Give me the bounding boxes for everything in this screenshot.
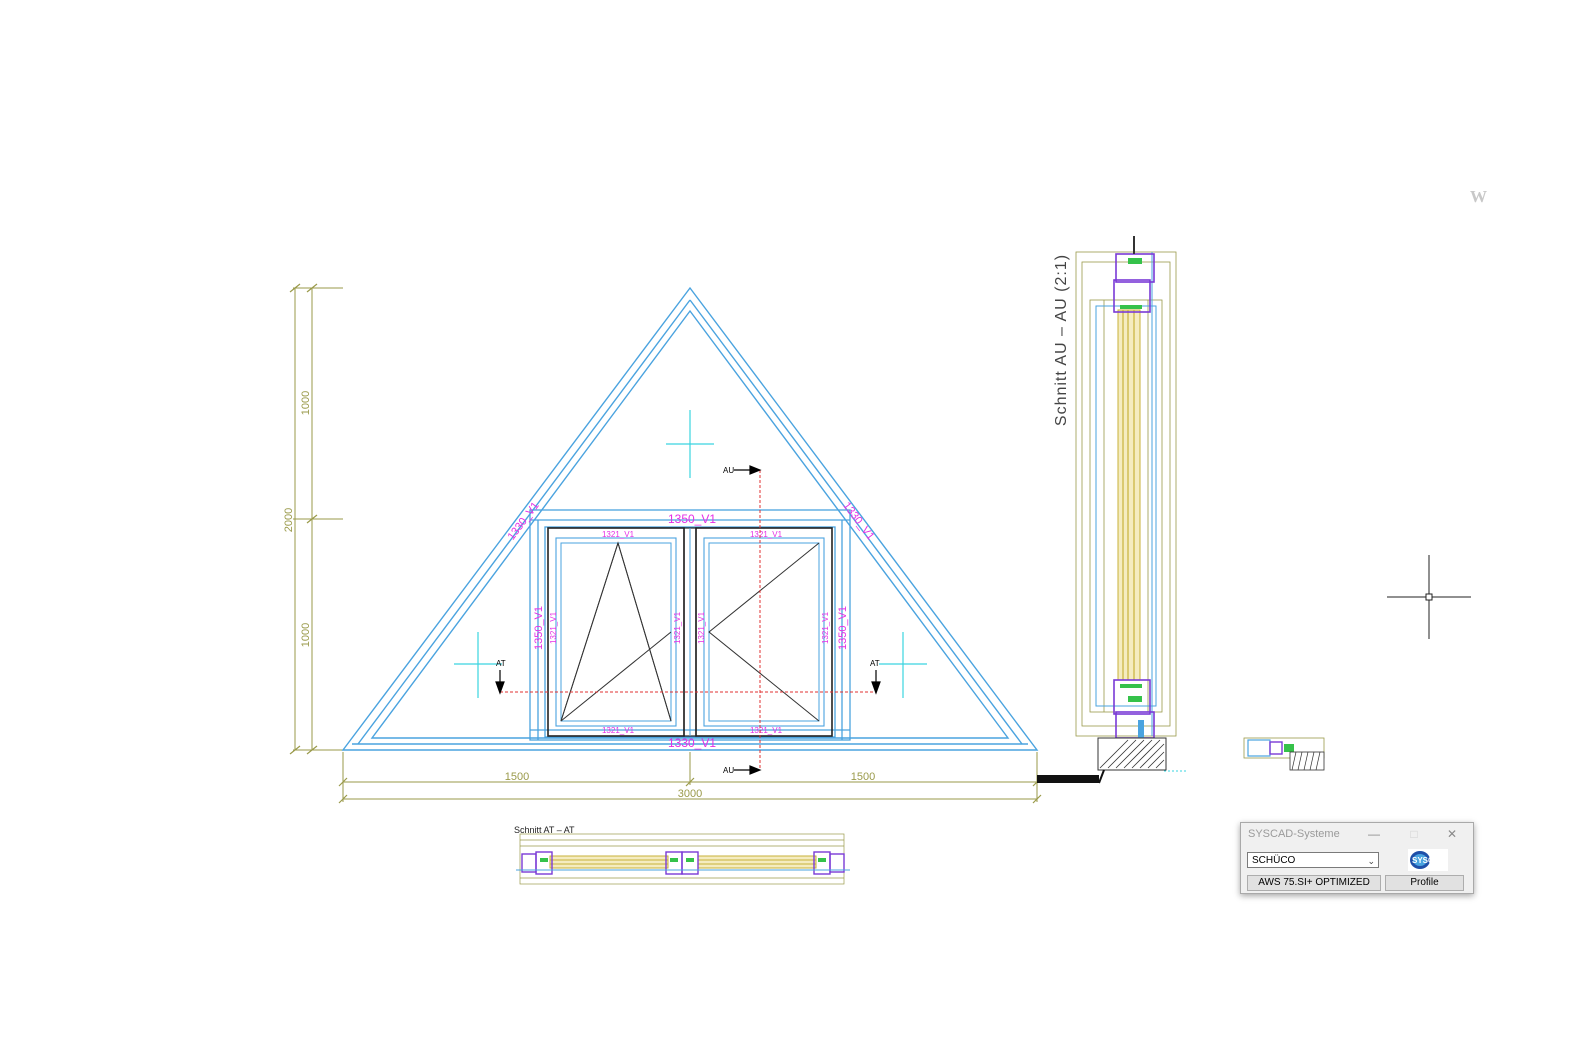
section-at-title: Schnitt AT – AT	[514, 825, 575, 835]
close-icon[interactable]: ✕	[1441, 825, 1463, 843]
sash-label-right-top: 1321_V1	[750, 530, 783, 539]
sash-label-right-inner: 1321_V1	[697, 611, 706, 644]
sash-label-right-bottom: 1321_V1	[750, 726, 783, 735]
detail-section-small[interactable]	[1243, 737, 1325, 771]
sash-label-left-bottom: 1321_V1	[602, 726, 635, 735]
system-button[interactable]: AWS 75.SI+ OPTIMIZED	[1247, 875, 1381, 891]
manufacturer-select[interactable]: SCHÜCO ⌄	[1247, 852, 1379, 868]
syscad-dialog[interactable]: SYSCAD-Systeme — □ ✕ SCHÜCO ⌄ SYSCAD AWS…	[1240, 822, 1474, 894]
manufacturer-select-value: SCHÜCO	[1252, 855, 1296, 866]
dim-label-right-width: 1500	[851, 771, 875, 783]
section-mark-au-top: AU	[723, 466, 734, 475]
dialog-title: SYSCAD-Systeme	[1248, 828, 1340, 840]
chevron-down-icon: ⌄	[1367, 856, 1375, 866]
section-at-drawing[interactable]	[516, 833, 850, 885]
section-mark-at-right: AT	[870, 659, 880, 668]
dim-label-total-height: 2000	[283, 508, 295, 532]
section-mark-au-bottom: AU	[723, 766, 734, 775]
dimension-lines	[293, 287, 1038, 802]
profile-label-left-side: 1330_V1	[506, 500, 542, 542]
sash-label-left-inner: 1321_V1	[673, 611, 682, 644]
minimize-icon[interactable]: —	[1363, 825, 1385, 843]
crosshair-cursor-icon	[1387, 555, 1471, 639]
dim-label-total-width: 3000	[678, 788, 702, 800]
dim-label-lower: 1000	[300, 623, 312, 647]
sash-label-left-outer: 1321_V1	[549, 611, 558, 644]
profile-label-bottom: 1330_V1	[668, 736, 716, 750]
left-sash[interactable]	[547, 527, 685, 737]
sash-label-left-top: 1321_V1	[602, 530, 635, 539]
sash-label-right-outer: 1321_V1	[821, 611, 830, 644]
section-mark-at-left: AT	[496, 659, 506, 668]
syscad-logo-text: SYSCAD	[1412, 856, 1446, 865]
profile-label-top-transom: 1350_V1	[668, 512, 716, 526]
right-sash[interactable]	[695, 527, 833, 737]
syscad-logo: SYSCAD	[1408, 849, 1448, 871]
left-sash-diagonal	[560, 542, 672, 722]
cad-drawing-canvas[interactable]: 2000 1000 1000 1500 1500 3000 1350_V1 13…	[0, 0, 1586, 1058]
profile-label-right-mullion: 1350_V1	[837, 606, 849, 650]
dim-label-upper: 1000	[300, 391, 312, 415]
section-au-title: Schnitt AU – AU (2:1)	[1053, 254, 1070, 426]
maximize-icon[interactable]: □	[1403, 825, 1425, 843]
dim-label-left-width: 1500	[505, 771, 529, 783]
viewcube-watermark[interactable]: W	[1470, 187, 1487, 207]
profile-label-left-mullion: 1350_V1	[533, 606, 545, 650]
profile-button[interactable]: Profile	[1385, 875, 1464, 891]
